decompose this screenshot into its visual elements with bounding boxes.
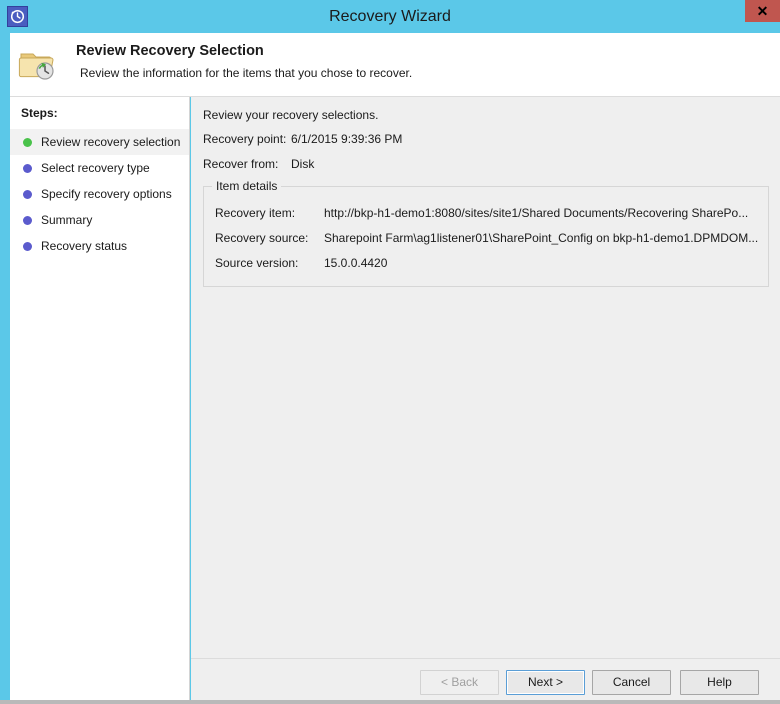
main-panel: Review your recovery selections. Recover… [191,97,780,704]
window-bottom-edge [0,700,780,704]
summary-value: Disk [291,157,315,171]
next-button[interactable]: Next > [506,670,585,695]
cancel-button[interactable]: Cancel [592,670,671,695]
summary-label: Recover from: [203,157,279,171]
folder-recovery-icon [18,45,62,85]
sidebar-item-review-recovery-selection[interactable]: Review recovery selection [10,129,189,155]
summary-row-recovery-point: Recovery point: 6/1/2015 9:39:36 PM [203,132,402,146]
sidebar-item-label: Review recovery selection [41,135,181,149]
summary-label: Recovery point: [203,132,287,146]
main-content: Review your recovery selections. Recover… [191,97,780,658]
step-bullet-icon [23,163,32,173]
detail-label: Recovery item: [215,206,296,220]
sidebar-item-summary[interactable]: Summary [10,207,189,233]
wizard-footer: < Back Next > Cancel Help [191,658,780,704]
sidebar-item-label: Summary [41,213,93,227]
summary-value: 6/1/2015 9:39:36 PM [291,132,403,146]
sidebar-item-label: Specify recovery options [41,187,172,201]
step-bullet-icon [23,189,32,199]
page-title: Review Recovery Selection [76,43,264,59]
title-bar: Recovery Wizard ✕ [0,0,780,33]
step-bullet-icon [23,137,32,147]
back-button[interactable]: < Back [420,670,499,695]
step-bullet-icon [23,241,32,251]
sidebar-item-recovery-status[interactable]: Recovery status [10,233,189,259]
step-bullet-icon [23,215,32,225]
intro-text: Review your recovery selections. [203,108,379,122]
detail-row-source-version: Source version: 15.0.0.4420 [215,256,387,270]
window-title: Recovery Wizard [329,8,451,25]
detail-row-recovery-source: Recovery source: Sharepoint Farm\ag1liste… [215,231,758,245]
summary-row-recover-from: Recover from: Disk [203,157,314,171]
item-details-legend: Item details [212,179,282,193]
sidebar-item-label: Select recovery type [41,161,150,175]
page-subtitle: Review the information for the items tha… [80,66,413,80]
sidebar-item-specify-recovery-options[interactable]: Specify recovery options [10,181,189,207]
detail-label: Source version: [215,256,299,270]
sidebar-item-label: Recovery status [41,239,128,253]
detail-value: 15.0.0.4420 [324,256,388,270]
steps-sidebar: Steps: Review recovery selection Select … [10,97,190,704]
detail-row-recovery-item: Recovery item: http://bkp-h1-demo1:8080/s… [215,206,748,220]
item-details-groupbox: Item details Recovery item: http://bkp-h1… [203,179,769,287]
recovery-wizard-window: Recovery Wizard ✕ Review Recovery Select… [0,0,780,704]
steps-list: Review recovery selection Select recover… [10,129,189,259]
close-icon[interactable]: ✕ [745,0,780,22]
wizard-header: Review Recovery Selection Review the inf… [10,33,780,97]
sidebar-item-select-recovery-type[interactable]: Select recovery type [10,155,189,181]
detail-value: http://bkp-h1-demo1:8080/sites/site1/Sha… [324,206,749,220]
detail-label: Recovery source: [215,231,309,245]
detail-value: Sharepoint Farm\ag1listener01\SharePoint… [324,231,759,245]
help-button[interactable]: Help [680,670,759,695]
steps-heading: Steps: [21,106,58,120]
